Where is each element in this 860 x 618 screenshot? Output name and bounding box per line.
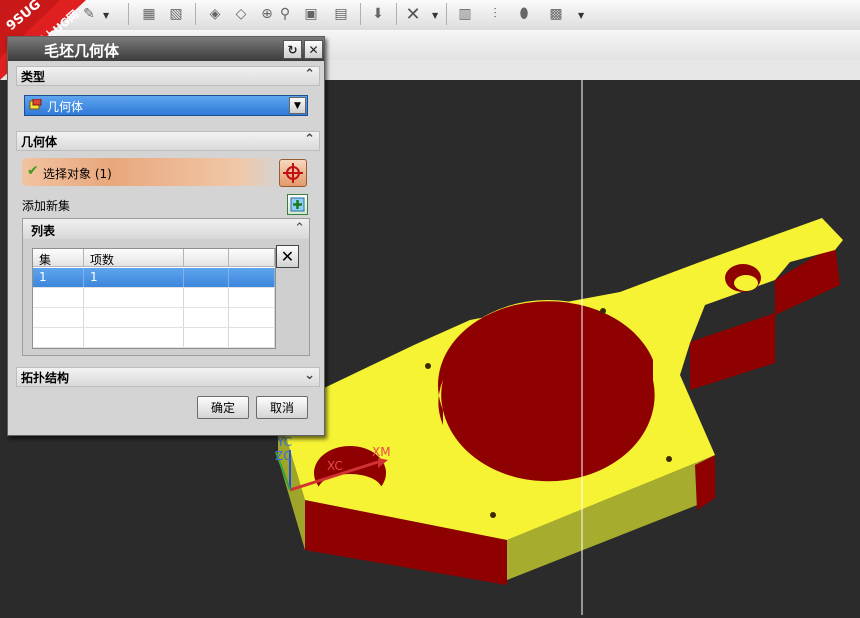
part-side-face (690, 313, 775, 390)
table-dropdown-icon[interactable]: ▼ (578, 11, 584, 20)
type-select-value: 几何体 (47, 100, 84, 114)
type-select[interactable]: 几何体 ▼ (24, 95, 308, 116)
main-toolbar: ✎ ▼ ▦ ▧ ◈ ◇ ⊕ ⚲ ▣ ▤ ⬇ ✕ ▼ ▥ ⫶ ⬮ ▩ ▼ (0, 0, 860, 31)
delete-icon[interactable]: ✕ (402, 3, 424, 25)
table-cell (33, 308, 84, 327)
add-new-set-label: 添加新集 (22, 199, 71, 213)
xc-axis-label: XC (327, 459, 343, 473)
chevron-down-icon[interactable]: ⌄ (304, 368, 315, 383)
chevron-up-icon[interactable]: ⌃ (304, 132, 315, 147)
center-hole-inner (441, 313, 655, 482)
table-cell (184, 268, 229, 287)
select-object-row[interactable]: ✔ 选择对象 (1) (22, 158, 278, 186)
list-group: 列表 ⌃ 集 项数 1 1 (22, 218, 310, 356)
table-row[interactable] (33, 308, 275, 328)
close-icon[interactable]: ✕ (304, 40, 323, 59)
cylinder-icon[interactable]: ⬮ (513, 3, 535, 25)
topology-section-header[interactable]: 拓扑结构 ⌄ (16, 367, 320, 387)
chevron-up-icon[interactable]: ⌃ (294, 221, 305, 236)
output-icon[interactable]: ⬇ (367, 3, 389, 25)
close-icon: ✕ (280, 247, 295, 266)
table-cell (229, 288, 275, 307)
topology-section-label: 拓扑结构 (21, 371, 70, 385)
chevron-up-icon[interactable]: ⌃ (304, 67, 315, 82)
list-label: 列表 (31, 224, 56, 238)
crosshair-icon (283, 163, 303, 183)
table-row[interactable]: 1 1 (33, 268, 275, 288)
add-set-icon (290, 197, 305, 212)
type-section-label: 类型 (21, 70, 46, 84)
column-header[interactable] (184, 249, 229, 267)
simulate-icon[interactable]: ▤ (330, 3, 352, 25)
table-row[interactable] (33, 288, 275, 308)
chevron-down-icon[interactable]: ▼ (289, 97, 306, 114)
table-icon[interactable]: ▩ (545, 3, 567, 25)
blank-geometry-dialog: 毛坯几何体 ↻ ✕ 类型 ⌃ 几何体 ▼ 几何体 ⌃ ✔ 选择对象 (1) 添加… (7, 36, 325, 436)
table-cell (229, 328, 275, 347)
ok-button[interactable]: 确定 (197, 396, 249, 419)
bolt-hole (490, 512, 496, 518)
xm-axis-label: XM (372, 445, 391, 459)
table-cell (229, 308, 275, 327)
tool-path-icon[interactable]: ⫶ (484, 3, 506, 25)
yc-axis-label: YC (277, 435, 293, 449)
dialog-title: 毛坯几何体 (44, 42, 120, 60)
reset-icon[interactable]: ↻ (283, 40, 302, 59)
zc-axis-label: ZC (275, 449, 292, 463)
table-cell (184, 328, 229, 347)
table-cell (84, 288, 184, 307)
geometry-section-label: 几何体 (21, 135, 58, 149)
column-header[interactable]: 项数 (84, 249, 184, 267)
table-cell (84, 308, 184, 327)
select-object-label: 选择对象 (1) (43, 167, 112, 181)
display-icon[interactable]: ▥ (454, 3, 476, 25)
type-section-header[interactable]: 类型 ⌃ (16, 66, 320, 86)
list-header[interactable]: 列表 ⌃ (23, 219, 309, 239)
feature-dropdown-icon[interactable]: ▼ (103, 11, 109, 20)
create-geometry-icon[interactable]: ◈ (204, 3, 226, 25)
toolbar-separator (128, 3, 129, 25)
bolt-hole (666, 456, 672, 462)
dialog-title-bar[interactable]: 毛坯几何体 ↻ ✕ (8, 37, 324, 61)
select-object-button[interactable] (279, 159, 307, 187)
table-cell (184, 308, 229, 327)
toolbar-separator (396, 3, 397, 25)
create-tool-icon[interactable]: ▧ (165, 3, 187, 25)
create-method-icon[interactable]: ◇ (230, 3, 252, 25)
geometry-type-icon (29, 99, 42, 110)
column-header[interactable]: 集 (33, 249, 84, 267)
bolt-hole (425, 363, 431, 369)
geometry-section-header[interactable]: 几何体 ⌃ (16, 131, 320, 151)
toolbar-separator (446, 3, 447, 25)
cancel-button[interactable]: 取消 (256, 396, 308, 419)
create-program-icon[interactable]: ▦ (138, 3, 160, 25)
verify-path-icon[interactable]: ▣ (300, 3, 322, 25)
table-cell (33, 288, 84, 307)
delete-dropdown-icon[interactable]: ▼ (432, 11, 438, 20)
generate-path-icon[interactable]: ⚲ (274, 3, 296, 25)
table-cell (33, 328, 84, 347)
table-cell (229, 268, 275, 287)
table-cell (184, 288, 229, 307)
checkmark-icon: ✔ (27, 163, 39, 179)
toolbar-separator (360, 3, 361, 25)
set-table[interactable]: 集 项数 1 1 (32, 248, 276, 349)
column-header[interactable] (229, 249, 275, 267)
bolt-hole (600, 308, 606, 314)
table-row[interactable] (33, 328, 275, 348)
table-cell (84, 328, 184, 347)
small-hole-floor (734, 275, 758, 291)
table-cell: 1 (84, 268, 184, 287)
add-new-set-button[interactable] (287, 194, 308, 215)
toolbar-separator (195, 3, 196, 25)
remove-set-button[interactable]: ✕ (276, 245, 299, 268)
table-cell: 1 (33, 268, 84, 287)
